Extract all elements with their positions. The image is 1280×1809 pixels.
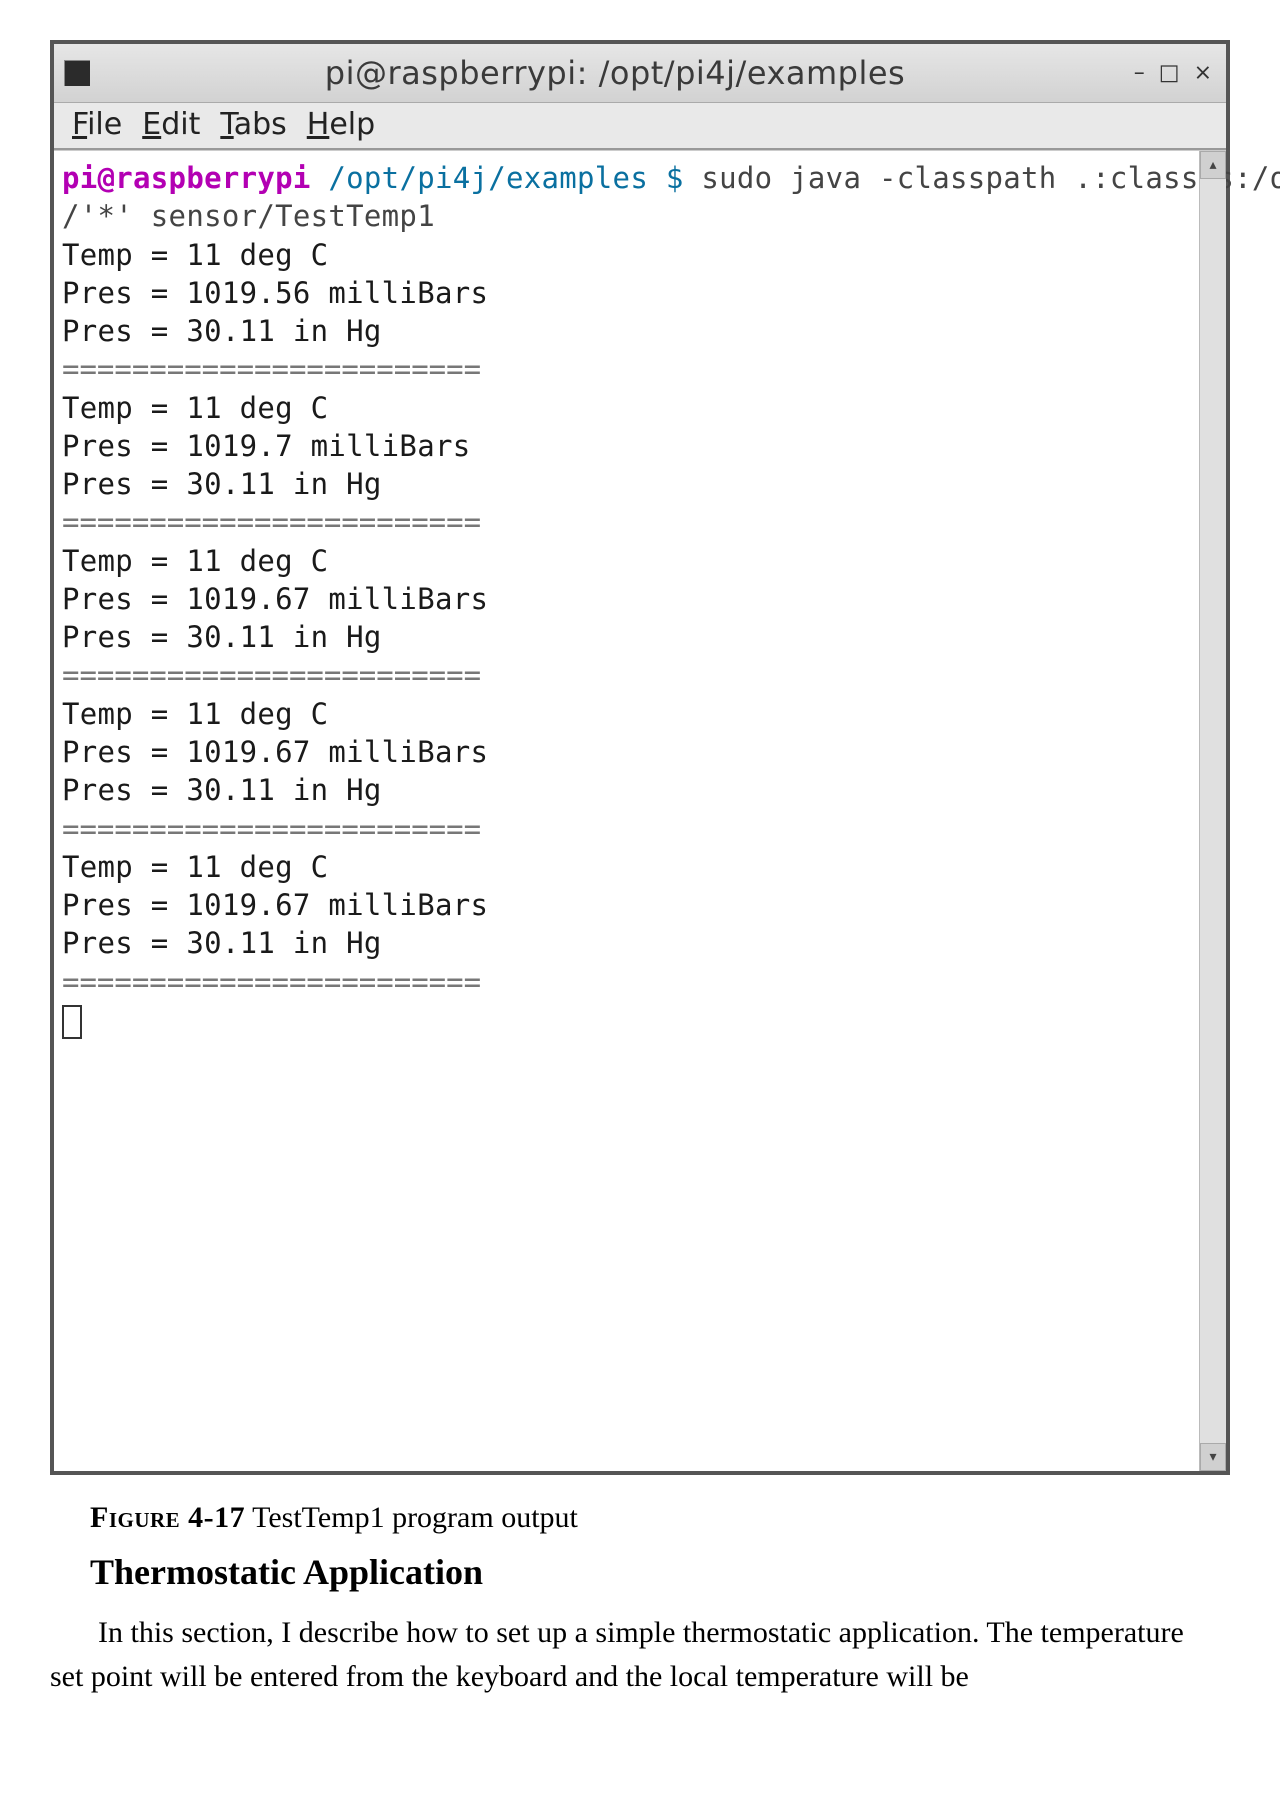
menu-file-mnemonic: F [72, 107, 87, 142]
menu-help-rest: elp [329, 107, 375, 142]
menu-edit-rest: dit [161, 107, 200, 142]
menu-tabs[interactable]: Tabs [220, 107, 286, 142]
menu-file-rest: ile [87, 107, 122, 142]
terminal-area[interactable]: pi@raspberrypi /opt/pi4j/examples $ sudo… [54, 150, 1226, 1471]
menu-file[interactable]: File [72, 107, 122, 142]
close-button[interactable]: × [1194, 61, 1212, 86]
scroll-down-arrow-icon[interactable]: ▾ [1200, 1443, 1226, 1471]
window-titlebar: pi@raspberrypi: /opt/pi4j/examples – □ × [54, 44, 1226, 103]
menu-edit-mnemonic: E [142, 107, 161, 142]
figure-caption-text: TestTemp1 program output [245, 1501, 578, 1534]
figure-label: Figure 4-17 [90, 1501, 245, 1534]
scroll-up-arrow-icon[interactable]: ▴ [1200, 151, 1226, 179]
terminal-output[interactable]: pi@raspberrypi /opt/pi4j/examples $ sudo… [54, 151, 1226, 1471]
menubar: File Edit Tabs Help [54, 103, 1226, 150]
app-icon [64, 60, 90, 86]
minimize-button[interactable]: – [1134, 61, 1145, 86]
window-title: pi@raspberrypi: /opt/pi4j/examples [104, 54, 1226, 92]
menu-tabs-mnemonic: T [220, 107, 233, 142]
maximize-button[interactable]: □ [1159, 61, 1180, 86]
section-heading: Thermostatic Application [90, 1551, 1230, 1593]
menu-help[interactable]: Help [307, 107, 375, 142]
scrollbar[interactable]: ▴ ▾ [1199, 151, 1226, 1471]
menu-help-mnemonic: H [307, 107, 330, 142]
menu-edit[interactable]: Edit [142, 107, 200, 142]
figure-caption: Figure 4-17 TestTemp1 program output [90, 1501, 1230, 1535]
terminal-window: pi@raspberrypi: /opt/pi4j/examples – □ ×… [50, 40, 1230, 1475]
body-paragraph: In this section, I describe how to set u… [50, 1611, 1220, 1698]
menu-tabs-rest: abs [234, 107, 287, 142]
window-controls: – □ × [1134, 61, 1212, 86]
